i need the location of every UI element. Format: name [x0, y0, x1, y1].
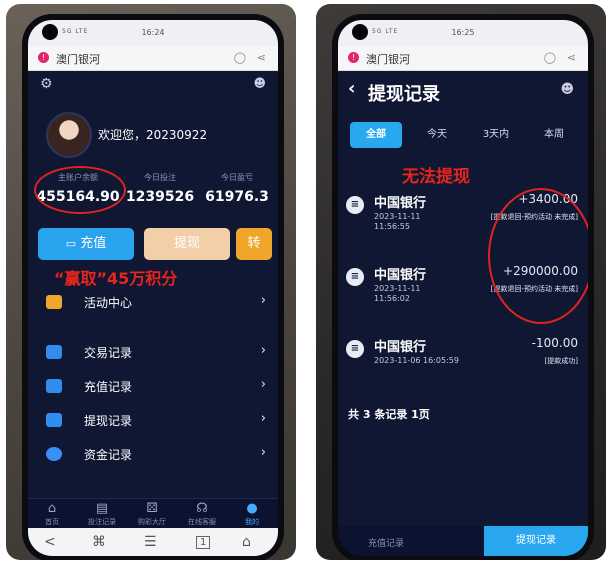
record-date: 2023-11-06 16:05:59 [374, 356, 459, 365]
record-bank: 中国银行 [374, 340, 427, 355]
tab-3days[interactable]: 3天内 [468, 122, 524, 148]
site-favicon-icon: ! [38, 52, 49, 63]
menu-item-funds[interactable]: 资金记录 › [40, 444, 266, 466]
annotation-label: 无法提现 [402, 167, 470, 187]
home-nav-icon[interactable]: ⌂ [242, 534, 251, 550]
bottom-tab-bar: ⌂ 首页 ▤ 投注记录 ⚄ 购彩大厅 ☊ 在线客服 ● 我的 [28, 498, 278, 529]
service-icon[interactable]: ☻ [560, 82, 574, 97]
bottom-action-bar: 充值记录 提现记录 [338, 526, 588, 556]
bet-value: 1239526 [125, 189, 195, 205]
menu-item-deposits[interactable]: 充值记录 › [40, 376, 266, 398]
phone-frame: 5G LTE 16:24 ! 澳门银河 ◯ ⋖ ⚙ ☻ 欢迎您，20230922… [22, 14, 284, 560]
highlight-circle [488, 188, 588, 324]
record-bank: 中国银行 [374, 268, 427, 283]
page-title: 提现记录 [368, 84, 440, 105]
tab-week[interactable]: 本周 [528, 122, 580, 148]
highlight-circle [34, 166, 126, 214]
browser-nav-bar: < ⌘ ☰ 1 ⌂ [28, 528, 278, 556]
gear-icon[interactable]: ⚙ [40, 76, 53, 92]
site-title: 澳门银河 [56, 53, 100, 66]
site-title: 澳门银河 [366, 53, 410, 66]
avatar[interactable] [46, 112, 92, 158]
withdraw-records-button[interactable]: 提现记录 [484, 526, 588, 556]
bet-stat: 今日投注 1239526 [122, 172, 198, 205]
calendar-icon [46, 345, 62, 359]
browser-bar: ! 澳门银河 ◯ ⋖ [338, 46, 588, 71]
tab-all[interactable]: 全部 [350, 122, 402, 148]
tab-support[interactable]: ☊ 在线客服 [182, 501, 222, 527]
status-bar: 5G LTE 16:25 [338, 20, 588, 46]
menu-item-withdrawals[interactable]: 提现记录 › [40, 410, 266, 432]
card-icon: ▭ [65, 237, 77, 250]
left-phone-photo: 5G LTE 16:24 ! 澳门银河 ◯ ⋖ ⚙ ☻ 欢迎您，20230922… [6, 4, 296, 560]
dice-icon: ⚄ [146, 501, 158, 516]
chevron-right-icon: › [260, 343, 266, 358]
deposit-records-link[interactable]: 充值记录 [368, 536, 404, 549]
back-icon[interactable]: < [44, 534, 56, 550]
home-icon: ⌂ [47, 501, 57, 516]
chevron-right-icon: › [260, 377, 266, 392]
status-time: 16:25 [451, 28, 475, 37]
chevron-right-icon: › [260, 293, 266, 308]
status-time: 16:24 [141, 28, 165, 37]
transfer-button[interactable]: 转 [236, 228, 272, 260]
menu-item-activity[interactable]: 活动中心 › [40, 292, 266, 314]
wallet-icon [46, 447, 62, 461]
back-arrow-icon[interactable]: ‹ [348, 78, 355, 99]
site-favicon-icon: ! [348, 52, 359, 63]
page-count-icon[interactable]: 1 [196, 536, 211, 549]
record-total: 共 3 条记录 1页 [348, 408, 430, 421]
gift-icon [46, 295, 62, 309]
menu-item-transactions[interactable]: 交易记录 › [40, 342, 266, 364]
tab-home[interactable]: ⌂ 首页 [32, 501, 72, 527]
bet-label: 今日投注 [144, 173, 176, 182]
record-amount: -100.00 [531, 336, 578, 350]
coin-icon: ≡ [346, 340, 364, 358]
tab-lottery[interactable]: ⚄ 购彩大厅 [132, 501, 172, 527]
welcome-text: 欢迎您，20230922 [98, 128, 208, 142]
tab-bets[interactable]: ▤ 投注记录 [82, 501, 122, 527]
list-icon: ▤ [95, 501, 109, 516]
more-icon[interactable]: ◯ [234, 51, 246, 64]
service-icon[interactable]: ☻ [253, 76, 266, 90]
profit-value: 61976.3 [205, 189, 269, 205]
front-camera [352, 24, 368, 40]
more-icon[interactable]: ◯ [544, 51, 556, 64]
menu-icon[interactable]: ☰ [144, 534, 157, 550]
share-icon[interactable]: ⋖ [257, 51, 266, 64]
record-date: 2023-11-11 11:56:55 [374, 212, 421, 231]
chevron-right-icon: › [260, 445, 266, 460]
account-screen: 5G LTE 16:24 ! 澳门银河 ◯ ⋖ ⚙ ☻ 欢迎您，20230922… [28, 20, 278, 556]
record-date: 2023-11-11 11:56:02 [374, 284, 421, 303]
deposit-button[interactable]: ▭ 充值 [38, 228, 134, 260]
calendar-icon [46, 413, 62, 427]
withdraw-button[interactable]: 提现 [144, 228, 230, 260]
chevron-right-icon: › [260, 411, 266, 426]
annotation-label: “赢取”45万积分 [54, 269, 178, 288]
coin-icon: ≡ [346, 268, 364, 286]
tab-mine[interactable]: ● 我的 [232, 501, 272, 527]
profit-stat: 今日盈亏 61976.3 [198, 172, 276, 205]
tabs-icon[interactable]: ⌘ [92, 534, 106, 550]
profit-label: 今日盈亏 [221, 173, 253, 182]
status-bar: 5G LTE 16:24 [28, 20, 278, 46]
share-icon[interactable]: ⋖ [567, 51, 576, 64]
tab-today[interactable]: 今天 [412, 122, 462, 148]
front-camera [42, 24, 58, 40]
record-bank: 中国银行 [374, 196, 427, 211]
coin-icon: ≡ [346, 196, 364, 214]
withdraw-records-screen: 5G LTE 16:25 ! 澳门银河 ◯ ⋖ ‹ 提现记录 ☻ 全部 今天 3… [338, 20, 588, 556]
record-status: [提款成功] [544, 357, 578, 365]
user-icon: ● [246, 501, 258, 516]
browser-bar: ! 澳门银河 ◯ ⋖ [28, 46, 278, 71]
right-phone-photo: 5G LTE 16:25 ! 澳门银河 ◯ ⋖ ‹ 提现记录 ☻ 全部 今天 3… [316, 4, 606, 560]
headset-icon: ☊ [196, 501, 208, 516]
phone-frame: 5G LTE 16:25 ! 澳门银河 ◯ ⋖ ‹ 提现记录 ☻ 全部 今天 3… [332, 14, 594, 560]
calendar-icon [46, 379, 62, 393]
